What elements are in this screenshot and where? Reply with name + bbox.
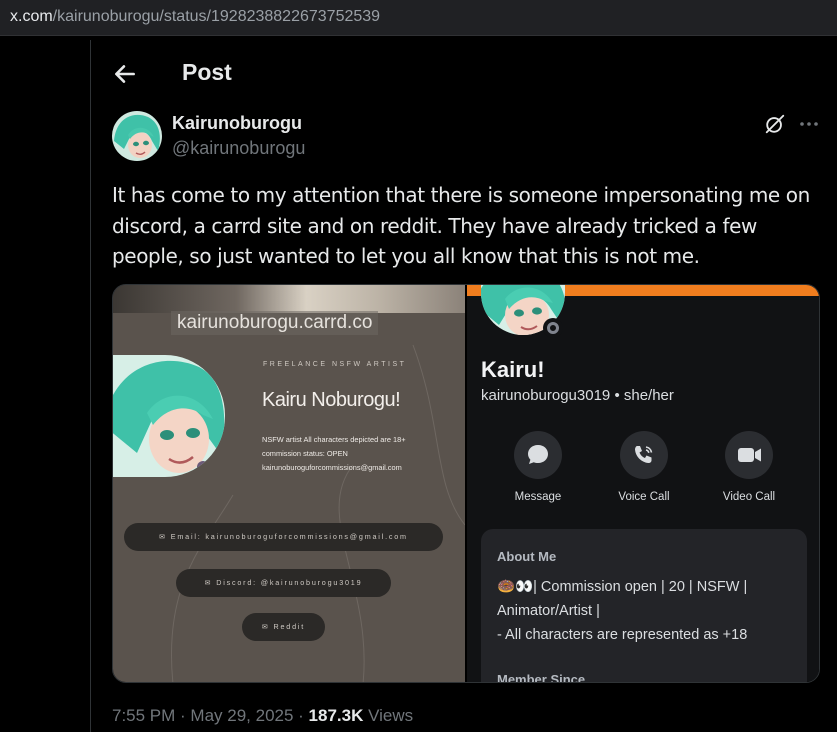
action-label: Video Call <box>722 491 776 503</box>
views-label: Views <box>363 706 414 725</box>
browser-url-bar[interactable]: x.com/kairunoburogu/status/1928238822673… <box>0 0 837 36</box>
column-border <box>90 40 91 732</box>
avatar-image <box>112 111 162 161</box>
more-options-icon[interactable] <box>798 116 820 132</box>
carrd-email-button: ✉ Email: kairunoburoguforcommissions@gma… <box>124 523 443 551</box>
discord-screenshot: Kairu! kairunoburogu3019 • she/her Messa… <box>467 285 819 683</box>
about-me-title: About Me <box>497 549 557 564</box>
views-count: 187.3K <box>308 706 364 725</box>
about-emoji: 🍩👀 <box>497 579 534 595</box>
discord-video-call-action: Video Call <box>704 431 794 503</box>
author-display-name[interactable]: Kairunoburogu <box>172 113 302 134</box>
carrd-bio-line: commission status: OPEN <box>262 449 348 458</box>
tweet-meta: 7:55 PM · May 29, 2025 · 187.3K Views <box>112 706 413 726</box>
action-label: Message <box>514 491 562 503</box>
carrd-screenshot: kairunoburogu.carrd.co FREELANCE NSFW AR… <box>113 285 465 682</box>
member-since-title: Member Since <box>497 672 586 683</box>
grok-icon[interactable] <box>764 113 786 135</box>
carrd-bio-line: kairunoburoguforcommissions@gmail.com <box>262 463 402 472</box>
tweet-media[interactable]: kairunoburogu.carrd.co FREELANCE NSFW AR… <box>112 284 820 683</box>
carrd-bio-line: NSFW artist All characters depicted are … <box>262 435 406 444</box>
tweet-text: It has come to my attention that there i… <box>112 183 810 268</box>
url-path: /kairunoburogu/status/192823882267375253… <box>52 8 381 25</box>
carrd-url: kairunoburogu.carrd.co <box>171 311 379 335</box>
discord-message-action: Message <box>493 431 583 503</box>
discord-username: kairunoburogu3019 • she/her <box>481 387 674 404</box>
url-text[interactable]: x.com/kairunoburogu/status/1928238822673… <box>10 8 380 26</box>
discord-about-me: About Me 🍩👀| Commission open | 20 | NSFW… <box>481 529 807 683</box>
action-label: Voice Call <box>618 491 670 503</box>
about-me-body: 🍩👀| Commission open | 20 | NSFW | Animat… <box>497 575 797 647</box>
tweet-timestamp[interactable]: 7:55 PM · May 29, 2025 · <box>112 706 309 725</box>
url-domain: x.com <box>10 8 53 25</box>
message-icon <box>528 445 548 464</box>
carrd-bio: NSFW artist All characters depicted are … <box>262 433 462 475</box>
carrd-name: Kairu Noburogu! <box>262 389 401 411</box>
carrd-subtitle: FREELANCE NSFW ARTIST <box>263 361 407 368</box>
discord-status-indicator <box>543 318 563 338</box>
discord-voice-call-action: Voice Call <box>599 431 689 503</box>
about-line: | Commission open | 20 | NSFW | <box>533 579 748 595</box>
back-arrow-icon[interactable] <box>112 61 138 87</box>
author-handle[interactable]: @kairunoburogu <box>172 138 305 159</box>
page-title: Post <box>182 59 232 85</box>
carrd-reddit-button: ✉ Reddit <box>242 613 325 641</box>
video-call-icon <box>738 448 761 462</box>
voice-call-icon <box>635 446 653 463</box>
author-avatar[interactable] <box>112 111 162 161</box>
about-line: Animator/Artist | <box>497 603 600 619</box>
discord-display-name: Kairu! <box>481 357 545 382</box>
about-line: - All characters are represented as +18 <box>497 627 748 643</box>
carrd-discord-button: ✉ Discord: @kairunoburogu3019 <box>176 569 391 597</box>
